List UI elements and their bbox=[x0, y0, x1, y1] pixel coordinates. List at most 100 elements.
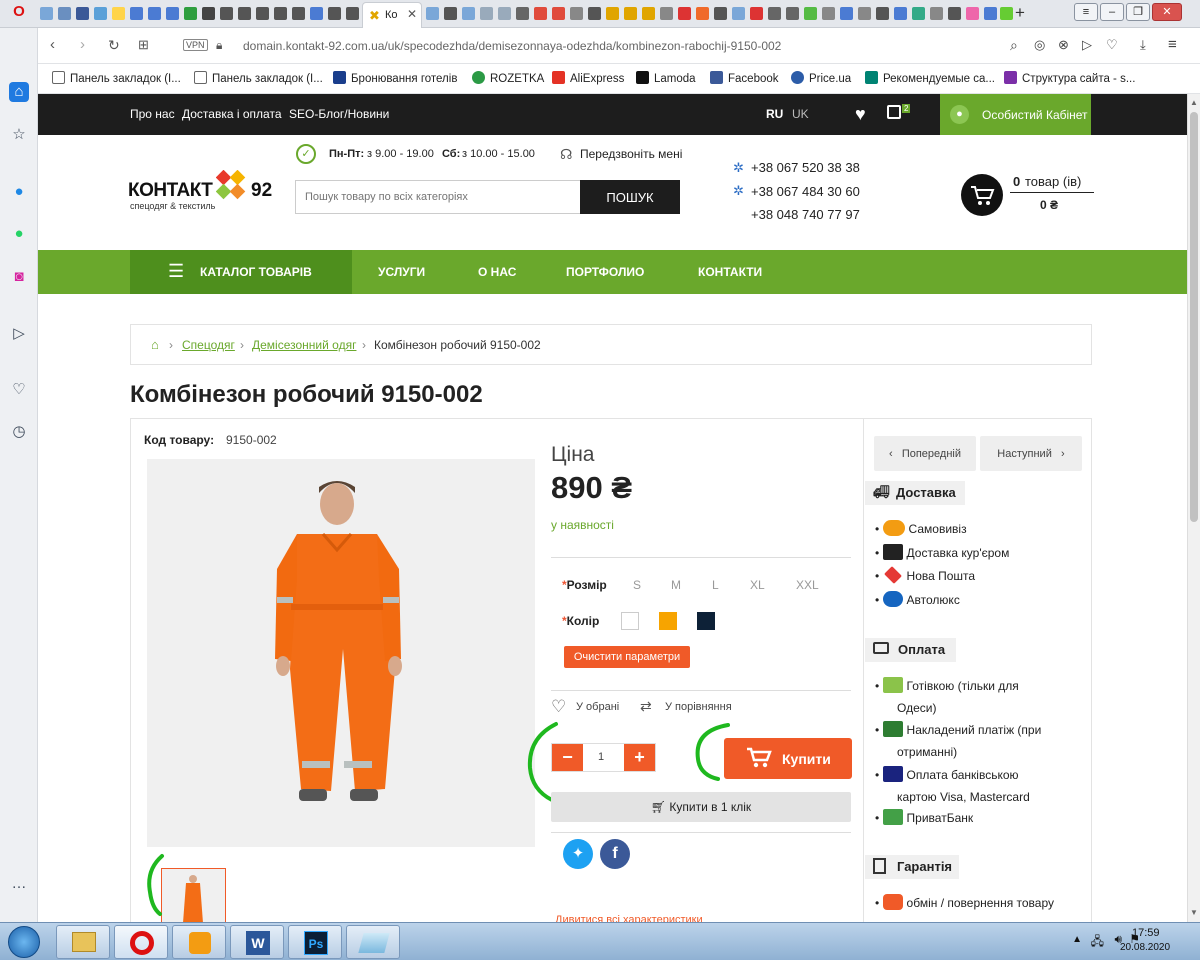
tab-favicon[interactable] bbox=[642, 7, 655, 20]
about-link[interactable]: Про нас bbox=[130, 107, 175, 121]
tab-favicon[interactable] bbox=[328, 7, 341, 20]
tab-favicon[interactable] bbox=[876, 7, 889, 20]
tab-favicon[interactable] bbox=[498, 7, 511, 20]
tab-favicon[interactable] bbox=[696, 7, 709, 20]
menu-icon[interactable]: ≡ bbox=[1074, 3, 1098, 21]
tab-favicon[interactable] bbox=[292, 7, 305, 20]
cart-button[interactable] bbox=[961, 174, 1003, 216]
clock-date[interactable]: 20.08.2020 bbox=[1120, 942, 1170, 953]
bookmark-item[interactable]: Рекомендуемые са... bbox=[865, 71, 995, 85]
nav-services[interactable]: УСЛУГИ bbox=[378, 265, 425, 279]
taskbar-app[interactable] bbox=[346, 925, 400, 959]
tab-favicon[interactable] bbox=[984, 7, 997, 20]
windows-start-icon[interactable] bbox=[8, 926, 40, 958]
tab-favicon[interactable] bbox=[768, 7, 781, 20]
size-option[interactable]: M bbox=[671, 578, 681, 592]
all-characteristics-link[interactable]: Дивитися всі характеристики bbox=[555, 915, 703, 922]
breadcrumb-link[interactable]: Демісезонний одяг bbox=[252, 338, 356, 352]
scrollbar-thumb[interactable] bbox=[1190, 112, 1198, 522]
nav-portfolio[interactable]: ПОРТФОЛИО bbox=[566, 265, 644, 279]
tab-favicon[interactable] bbox=[426, 7, 439, 20]
phone-number[interactable]: +38 067 520 38 38 bbox=[751, 160, 860, 175]
bookmark-item[interactable]: AliExpress bbox=[552, 71, 624, 85]
bookmark-item[interactable]: Price.ua bbox=[791, 71, 851, 85]
lang-uk-link[interactable]: UK bbox=[792, 107, 809, 121]
lang-ru-link[interactable]: RU bbox=[766, 107, 783, 121]
catalog-menu-button[interactable]: ☰ КАТАЛОГ ТОВАРІВ bbox=[130, 250, 352, 294]
prev-product-button[interactable]: ‹ Попередній bbox=[874, 436, 976, 471]
speed-dial-icon[interactable]: ☆ bbox=[9, 125, 29, 145]
tab-favicon[interactable] bbox=[804, 7, 817, 20]
product-image[interactable] bbox=[147, 459, 535, 847]
instagram-icon[interactable]: ◙ bbox=[9, 267, 29, 287]
tab-favicon[interactable] bbox=[714, 7, 727, 20]
tab-favicon[interactable] bbox=[516, 7, 529, 20]
tab-favicon[interactable] bbox=[166, 7, 179, 20]
clock-time[interactable]: 17:59 bbox=[1132, 927, 1160, 939]
tab-favicon[interactable] bbox=[480, 7, 493, 20]
new-tab-plus-icon[interactable]: + bbox=[1015, 3, 1025, 23]
tab-favicon[interactable] bbox=[660, 7, 673, 20]
tab-favicon[interactable] bbox=[930, 7, 943, 20]
tab-favicon[interactable] bbox=[462, 7, 475, 20]
size-option[interactable]: L bbox=[712, 578, 719, 592]
nav-contacts[interactable]: КОНТАКТИ bbox=[698, 265, 762, 279]
reload-icon[interactable]: ↻ bbox=[108, 37, 120, 54]
taskbar-word[interactable]: W bbox=[230, 925, 284, 959]
taskbar-media-player[interactable] bbox=[172, 925, 226, 959]
tab-favicon[interactable] bbox=[840, 7, 853, 20]
add-to-wishlist-link[interactable]: У обрані bbox=[576, 701, 619, 713]
tab-favicon[interactable] bbox=[912, 7, 925, 20]
search-button[interactable]: ПОШУК bbox=[580, 180, 680, 214]
tab-favicon[interactable] bbox=[444, 7, 457, 20]
forward-icon[interactable]: › bbox=[80, 36, 85, 53]
favorites-heart-icon[interactable]: ♡ bbox=[9, 380, 29, 400]
tabs-grid-icon[interactable]: ⊞ bbox=[138, 37, 149, 53]
quantity-decrease-button[interactable]: − bbox=[552, 744, 583, 771]
color-swatch-white[interactable] bbox=[621, 612, 639, 630]
close-window-icon[interactable]: ✕ bbox=[1152, 3, 1182, 21]
messenger-icon[interactable]: ● bbox=[9, 182, 29, 202]
compare-icon[interactable] bbox=[887, 105, 901, 119]
tab-favicon[interactable] bbox=[274, 7, 287, 20]
download-icon[interactable]: ⤓ bbox=[1140, 37, 1146, 53]
tab-favicon[interactable] bbox=[966, 7, 979, 20]
send-icon[interactable]: ▷ bbox=[9, 324, 29, 344]
tab-favicon[interactable] bbox=[678, 7, 691, 20]
compare-arrows-icon[interactable]: ⇄ bbox=[640, 698, 652, 715]
opera-logo-icon[interactable]: O bbox=[9, 2, 29, 22]
quantity-input[interactable]: 1 bbox=[598, 751, 604, 763]
send-page-icon[interactable]: ▷ bbox=[1082, 37, 1092, 53]
tab-favicon[interactable] bbox=[1000, 7, 1013, 20]
tab-favicon[interactable] bbox=[588, 7, 601, 20]
buy-button[interactable]: Купити bbox=[724, 738, 852, 779]
color-swatch-navy[interactable] bbox=[697, 612, 715, 630]
add-to-compare-link[interactable]: У порівняння bbox=[665, 701, 732, 713]
product-thumbnail[interactable] bbox=[161, 868, 226, 923]
wishlist-heart-icon[interactable]: ♥ bbox=[855, 104, 866, 125]
tab-favicon[interactable] bbox=[822, 7, 835, 20]
bookmark-item[interactable]: Бронювання готелів bbox=[333, 71, 457, 85]
more-icon[interactable]: … bbox=[9, 874, 29, 894]
tab-favicon[interactable] bbox=[130, 7, 143, 20]
wishlist-heart-icon[interactable]: ♡ bbox=[551, 697, 566, 717]
search-input[interactable] bbox=[295, 180, 581, 214]
phone-number[interactable]: +38 048 740 77 97 bbox=[751, 207, 860, 222]
maximize-icon[interactable]: ❐ bbox=[1126, 3, 1150, 21]
tab-favicon[interactable] bbox=[94, 7, 107, 20]
network-icon[interactable]: 🖧︎ bbox=[1091, 932, 1104, 953]
clear-params-button[interactable]: Очистити параметри bbox=[564, 646, 690, 668]
bookmark-item[interactable]: ROZETKA bbox=[472, 71, 544, 85]
close-tab-icon[interactable]: ✕ bbox=[407, 7, 417, 21]
site-logo[interactable]: КОНТАКТ 92 спецодяг & текстиль bbox=[128, 169, 276, 212]
search-icon[interactable]: ⌕ bbox=[1010, 37, 1018, 54]
bookmark-heart-icon[interactable]: ♡ bbox=[1106, 37, 1118, 53]
taskbar-opera[interactable] bbox=[114, 925, 168, 959]
tab-favicon[interactable] bbox=[786, 7, 799, 20]
tab-favicon[interactable] bbox=[112, 7, 125, 20]
size-option[interactable]: XL bbox=[750, 578, 765, 592]
callback-link[interactable]: Передзвоніть мені bbox=[580, 147, 682, 161]
tab-favicon[interactable] bbox=[570, 7, 583, 20]
tab-favicon[interactable] bbox=[552, 7, 565, 20]
active-tab[interactable]: ✖ Ко ✕ bbox=[362, 2, 422, 28]
